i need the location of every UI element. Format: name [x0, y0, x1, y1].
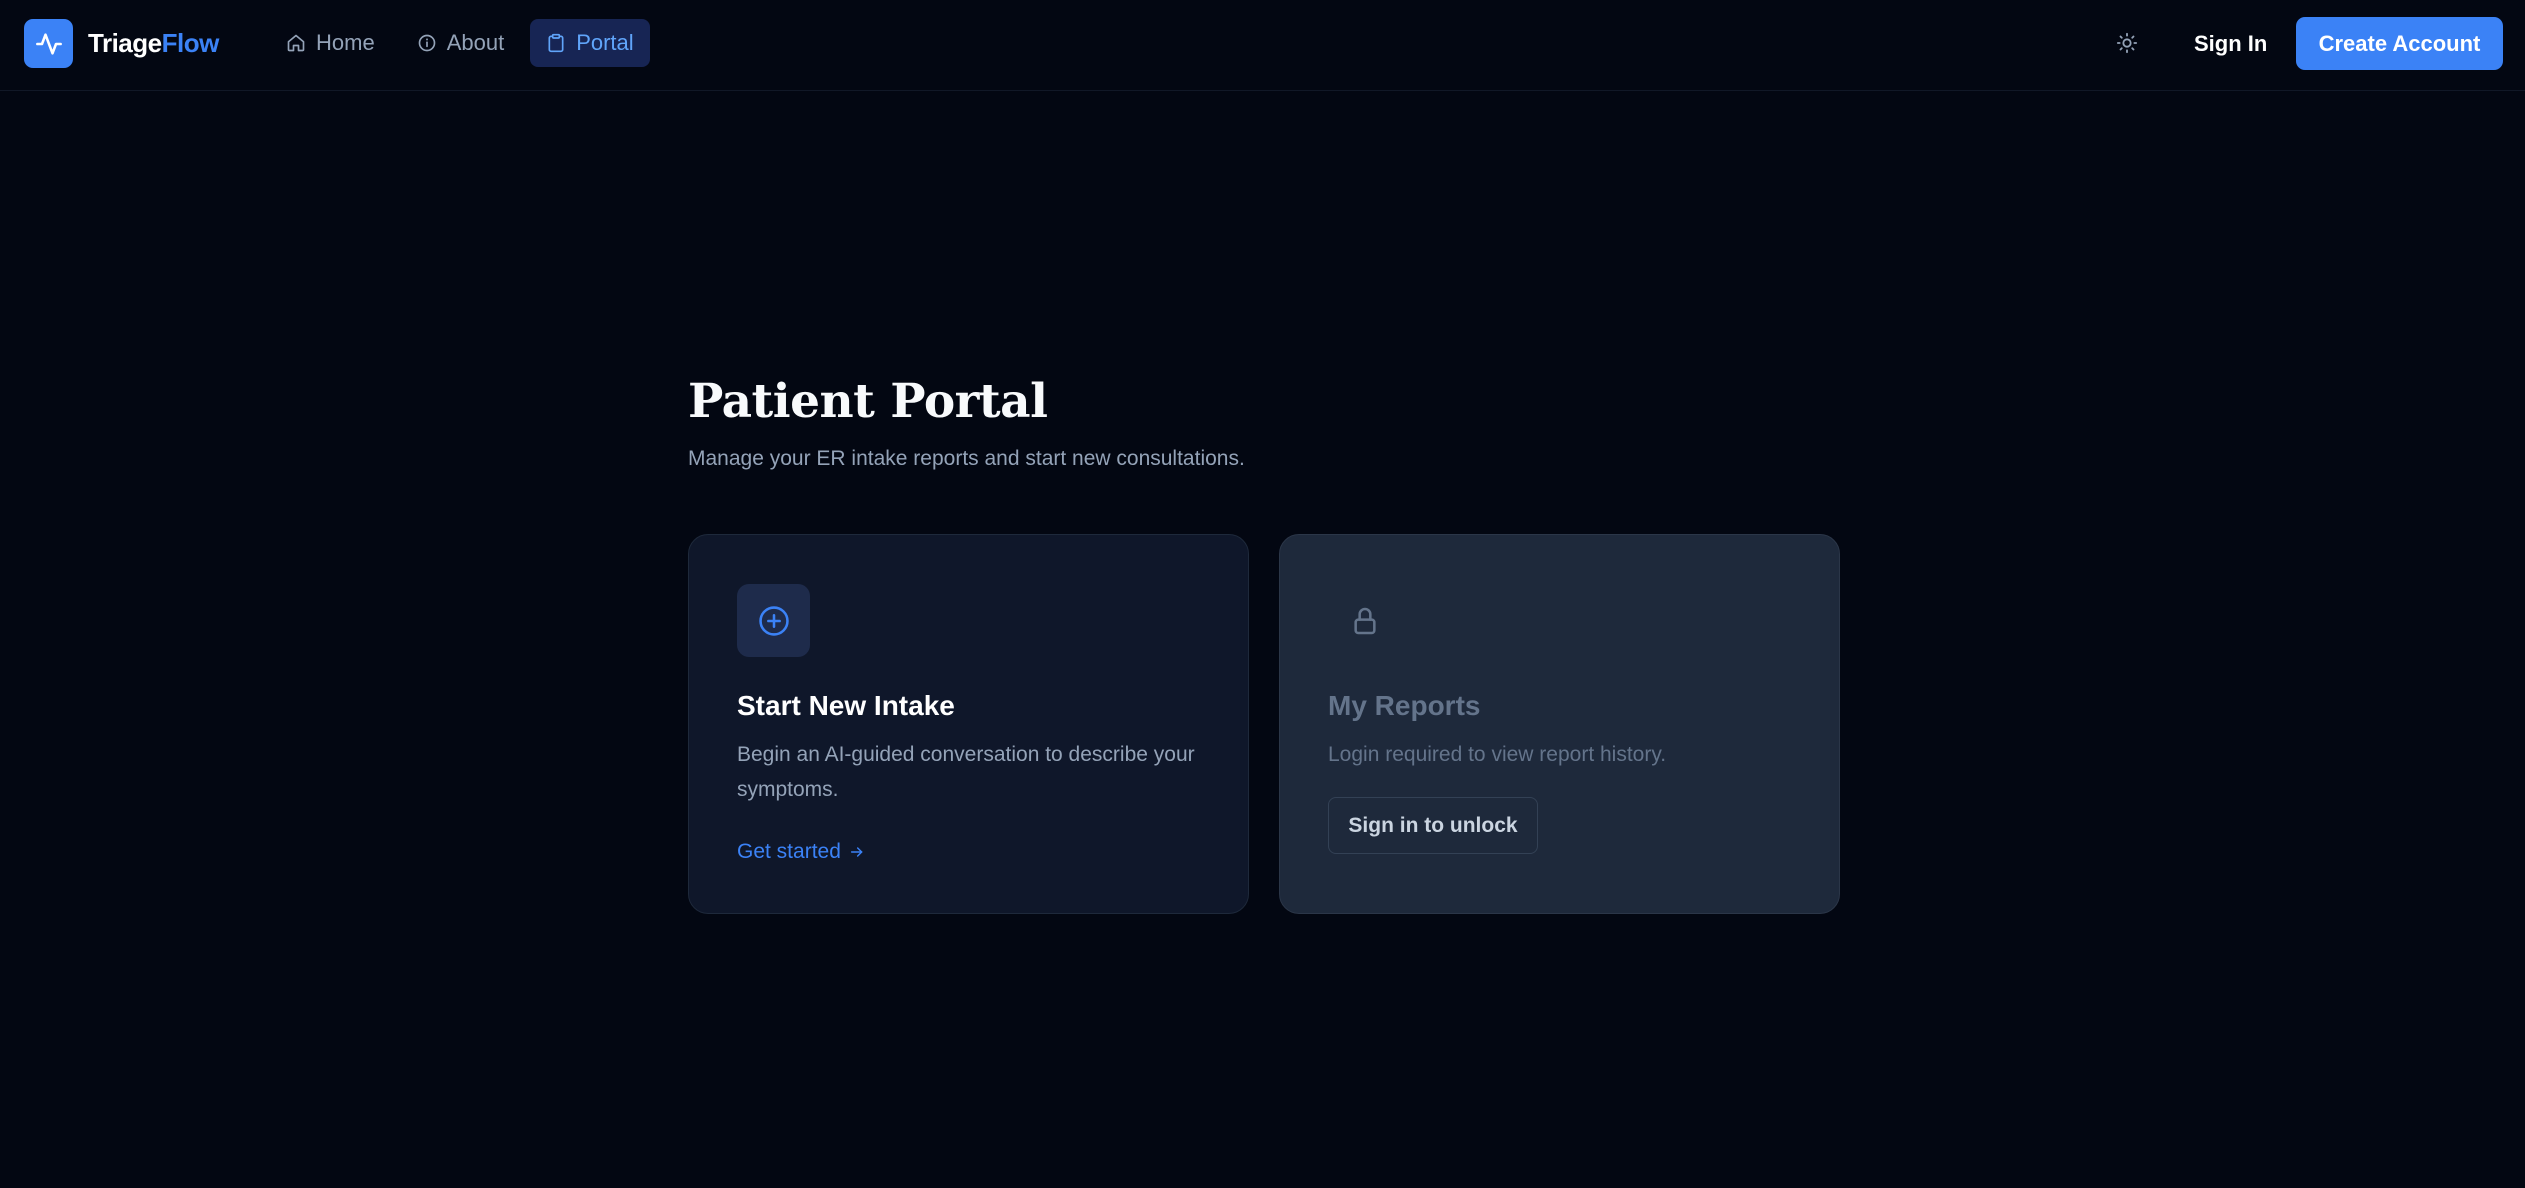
main-nav: Home About Portal [270, 19, 660, 67]
brand-name-part2: Flow [161, 28, 220, 58]
get-started-label: Get started [737, 840, 841, 863]
start-new-intake-card[interactable]: Start New Intake Begin an AI-guided conv… [688, 534, 1249, 914]
nav-home-label: Home [316, 30, 375, 55]
theme-toggle-button[interactable] [2108, 24, 2146, 62]
top-navigation-bar: TriageFlow Home About Portal Sign In Cre… [0, 0, 2525, 91]
info-icon [418, 34, 436, 52]
page-title: Patient Portal [688, 374, 1048, 429]
page-subtitle: Manage your ER intake reports and start … [688, 447, 1245, 470]
reports-card-title: My Reports [1328, 690, 1481, 721]
arrow-right-icon [850, 847, 863, 857]
brand-name: TriageFlow [88, 28, 219, 59]
lock-icon [1328, 584, 1401, 657]
reports-card-description: Login required to view report history. [1328, 743, 1667, 766]
home-icon [287, 34, 305, 52]
nav-portal-label: Portal [576, 30, 634, 55]
plus-circle-icon [737, 584, 810, 657]
my-reports-card: My Reports Login required to view report… [1279, 534, 1840, 914]
sun-icon [2116, 32, 2138, 54]
nav-about-label: About [446, 30, 505, 55]
create-account-button[interactable]: Create Account [2296, 17, 2503, 70]
get-started-link[interactable]: Get started [737, 837, 865, 867]
nav-portal[interactable]: Portal [530, 19, 650, 67]
intake-card-title: Start New Intake [737, 690, 955, 721]
brand-name-part1: Triage [88, 28, 162, 58]
brand-logo-link[interactable]: TriageFlow [24, 19, 219, 68]
nav-about[interactable]: About [401, 19, 521, 67]
intake-card-description: Begin an AI-guided conversation to descr… [737, 743, 1195, 801]
sign-in-button[interactable]: Sign In [2178, 26, 2283, 62]
activity-pulse-icon [24, 19, 73, 68]
sign-in-to-unlock-button[interactable]: Sign in to unlock [1328, 797, 1538, 854]
clipboard-icon [548, 33, 564, 53]
nav-home[interactable]: Home [270, 19, 391, 67]
